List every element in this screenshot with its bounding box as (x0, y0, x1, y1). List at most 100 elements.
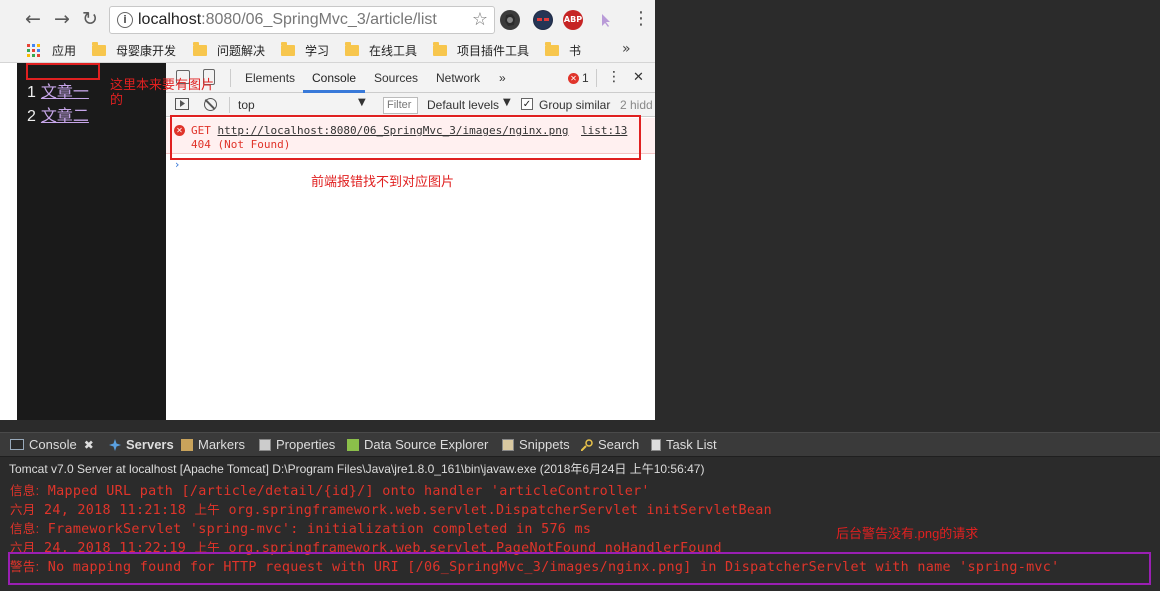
eclipse-tabbar: Console ✖ Servers Markers Properties Dat… (0, 432, 1160, 457)
tab-search[interactable]: Search (580, 437, 639, 452)
log-text: Mapped URL path [/article/detail/{id}/] … (39, 484, 650, 499)
folder-icon (281, 42, 295, 56)
tab-console[interactable]: Console ✖ (10, 437, 94, 452)
article-list: 1 文章一 2 文章二 (27, 81, 89, 129)
error-counter-icon[interactable]: ✕ (568, 73, 579, 84)
bookmark-label: 应用 (52, 44, 77, 58)
hidden-count: 2 hidd (620, 98, 653, 112)
tab-servers[interactable]: Servers (109, 437, 174, 452)
bookmarks-bar: 应用 母婴康开发 问题解决 学习 在线工具 项目插件工具 书 » (0, 38, 655, 63)
log-prefix: 六月 (10, 503, 36, 517)
close-icon[interactable]: ✖ (84, 438, 94, 452)
cursor-icon[interactable] (595, 10, 615, 30)
bookmark-folder[interactable]: 学习 (281, 42, 329, 59)
log-line: 六月 24, 2018 11:21:18 上午 org.springframew… (10, 499, 772, 518)
divider (230, 69, 231, 87)
article-link[interactable]: 文章二 (41, 108, 89, 125)
bookmark-folder[interactable]: 问题解决 (193, 42, 265, 59)
url-path: :8080/06_SpringMvc_3/article/list (201, 11, 437, 28)
group-similar-checkbox[interactable]: ✓ (521, 98, 533, 110)
tab-console[interactable]: Console (312, 71, 356, 85)
spy-icon[interactable] (533, 10, 553, 30)
log-text: org.springframework.web.servlet.Dispatch… (220, 503, 772, 518)
error-count[interactable]: 1 (582, 71, 589, 85)
folder-icon (345, 42, 359, 56)
tab-data-source-explorer[interactable]: Data Source Explorer (347, 437, 488, 452)
tab-label: Snippets (519, 437, 570, 452)
devtools-menu-icon[interactable]: ⋮ (607, 69, 621, 85)
bookmark-label: 项目插件工具 (457, 44, 530, 58)
console-toolbar: top ▼ Filter Default levels ▼ ✓ Group si… (166, 93, 655, 117)
filter-input[interactable]: Filter (383, 97, 418, 114)
log-text: FrameworkServlet 'spring-mvc': initializ… (39, 522, 592, 537)
address-bar-row: ← → ↻ i localhost:8080/06_SpringMvc_3/ar… (0, 0, 655, 38)
console-prompt[interactable]: › (175, 158, 179, 171)
bookmark-folder[interactable]: 项目插件工具 (433, 42, 529, 59)
server-process-line: Tomcat v7.0 Server at localhost [Apache … (9, 462, 705, 476)
bookmark-apps[interactable]: 应用 (27, 42, 76, 59)
context-dropdown-icon[interactable]: ▼ (358, 97, 366, 108)
more-tabs-icon[interactable]: » (499, 71, 506, 85)
frontend-annotation: 前端报错找不到对应图片 (311, 174, 455, 189)
tab-label: Properties (276, 437, 336, 452)
bookmark-folder[interactable]: 母婴康开发 (92, 42, 176, 59)
bookmark-label: 母婴康开发 (116, 44, 177, 58)
article-link[interactable]: 文章一 (41, 84, 89, 101)
tab-elements[interactable]: Elements (245, 71, 295, 85)
page-content: 1 文章一 2 文章二 (17, 63, 166, 420)
log-line: 信息: FrameworkServlet 'spring-mvc': initi… (10, 518, 591, 537)
tab-label: Task List (666, 437, 717, 452)
forward-button[interactable]: → (51, 8, 73, 30)
bookmarks-overflow-icon[interactable]: » (622, 41, 631, 57)
missing-image-highlight (26, 63, 100, 80)
console-icon (10, 439, 24, 450)
properties-icon (259, 438, 271, 451)
markers-icon (181, 438, 193, 451)
article-number: 1 (27, 84, 36, 101)
snippets-icon (502, 438, 514, 451)
log-cn: 上午 (194, 503, 221, 517)
log-prefix: 信息: (10, 484, 40, 498)
info-icon[interactable]: i (117, 12, 133, 28)
divider (229, 97, 230, 113)
folder-icon (433, 42, 447, 56)
url-bar[interactable]: i localhost:8080/06_SpringMvc_3/article/… (109, 6, 495, 34)
article-number: 2 (27, 108, 36, 125)
tab-properties[interactable]: Properties (259, 437, 335, 452)
bookmark-folder[interactable]: 在线工具 (345, 42, 417, 59)
bookmark-label: 在线工具 (369, 44, 418, 58)
search-icon (580, 438, 593, 452)
image-annotation: 这里本来要有图片的 (110, 77, 215, 107)
tab-markers[interactable]: Markers (181, 437, 245, 452)
warning-highlight-box (8, 552, 1151, 585)
tab-task-list[interactable]: Task List (651, 437, 717, 452)
tab-sources[interactable]: Sources (374, 71, 418, 85)
evernote-icon[interactable] (500, 10, 520, 30)
devtools-close-icon[interactable]: ✕ (633, 70, 644, 85)
reload-button[interactable]: ↻ (79, 8, 101, 30)
levels-dropdown-icon[interactable]: ▼ (503, 97, 511, 108)
bookmark-star-icon[interactable]: ☆ (472, 9, 488, 30)
bookmark-label: 书 (569, 44, 582, 58)
tab-snippets[interactable]: Snippets (502, 437, 570, 452)
task-list-icon (651, 438, 661, 451)
apps-grid-icon (27, 44, 40, 57)
log-prefix: 信息: (10, 522, 40, 536)
divider (596, 69, 597, 87)
back-button[interactable]: ← (22, 8, 44, 30)
servers-icon (109, 438, 121, 451)
adblock-icon[interactable]: ABP (563, 10, 583, 30)
bookmark-folder[interactable]: 书 (545, 42, 581, 59)
backend-annotation: 后台警告没有.png的请求 (836, 526, 979, 541)
tab-label: Markers (198, 437, 245, 452)
tab-label: Console (29, 437, 77, 452)
tab-network[interactable]: Network (436, 71, 480, 85)
error-highlight-box (170, 115, 641, 160)
list-item: 2 文章二 (27, 105, 89, 129)
context-selector[interactable]: top (238, 98, 255, 112)
browser-menu-icon[interactable]: ⋮ (632, 8, 650, 30)
list-item: 1 文章一 (27, 81, 89, 105)
folder-icon (92, 42, 106, 56)
log-levels-select[interactable]: Default levels (427, 98, 499, 112)
log-line: 信息: Mapped URL path [/article/detail/{id… (10, 480, 650, 499)
